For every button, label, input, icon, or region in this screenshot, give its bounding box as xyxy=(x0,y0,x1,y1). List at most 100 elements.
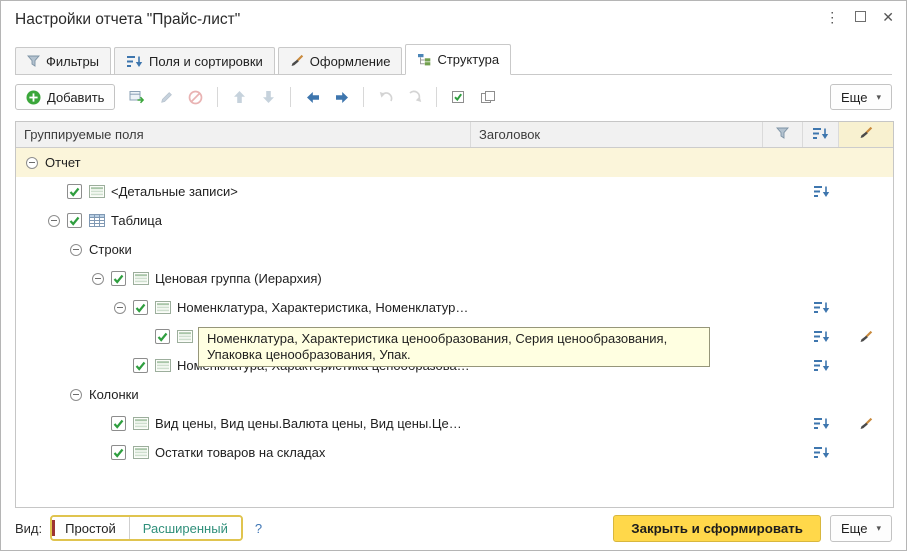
move-down-button[interactable] xyxy=(255,85,282,110)
row-checkbox[interactable] xyxy=(67,213,82,228)
row-appearance-slot xyxy=(839,351,893,380)
uncheck-all-icon xyxy=(480,90,496,104)
row-sort-slot xyxy=(803,148,839,177)
tab-appearance[interactable]: Оформление xyxy=(277,47,403,75)
row-action-icons xyxy=(803,264,893,293)
field-icon xyxy=(133,446,149,459)
row-checkbox[interactable] xyxy=(111,445,126,460)
row-label: <Детальные записи> xyxy=(111,184,238,199)
expander-slot xyxy=(70,388,89,401)
column-header-sort[interactable] xyxy=(803,122,839,147)
row-sort-settings-icon[interactable] xyxy=(803,177,839,206)
check-all-button[interactable] xyxy=(445,85,472,110)
arrow-down-icon xyxy=(262,90,275,104)
row-sort-settings-icon[interactable] xyxy=(803,438,839,467)
row-appearance-icon[interactable] xyxy=(839,409,893,438)
check-all-icon xyxy=(451,90,467,104)
curved-arrow-up-icon xyxy=(378,90,394,104)
window-controls: ⋮ ✕ xyxy=(825,9,894,25)
row-sort-slot xyxy=(803,380,839,409)
row-label: Отчет xyxy=(45,155,81,170)
move-right-button[interactable] xyxy=(328,85,355,110)
title-bar: Настройки отчета "Прайс-лист" ⋮ ✕ xyxy=(1,1,906,41)
move-left-button[interactable] xyxy=(299,85,326,110)
cell-tooltip: Номенклатура, Характеристика ценообразов… xyxy=(198,327,710,367)
view-mode-simple-button[interactable]: Простой xyxy=(52,517,130,539)
row-appearance-icon[interactable] xyxy=(839,322,893,351)
tree-row[interactable]: Номенклатура, Характеристика, Номенклату… xyxy=(16,293,893,322)
row-sort-settings-icon[interactable] xyxy=(803,351,839,380)
appearance-brush-icon xyxy=(290,54,304,68)
row-checkbox[interactable] xyxy=(133,358,148,373)
collapse-expander-icon[interactable] xyxy=(70,243,82,256)
tab-structure[interactable]: Структура xyxy=(405,44,512,75)
tree-row[interactable]: Колонки xyxy=(16,380,893,409)
arrow-left-icon xyxy=(306,91,320,104)
window-close-icon[interactable]: ✕ xyxy=(882,9,894,25)
window-menu-icon[interactable]: ⋮ xyxy=(825,9,839,25)
field-icon xyxy=(133,272,149,285)
row-action-icons xyxy=(803,351,893,380)
row-sort-settings-icon[interactable] xyxy=(803,293,839,322)
view-mode-extended-button[interactable]: Расширенный xyxy=(129,517,241,539)
tab-fields-sorting[interactable]: Поля и сортировки xyxy=(114,47,275,75)
row-checkbox[interactable] xyxy=(111,271,126,286)
move-up-button[interactable] xyxy=(226,85,253,110)
column-header-appearance[interactable] xyxy=(839,122,893,147)
row-checkbox[interactable] xyxy=(155,329,170,344)
tree-row[interactable]: Вид цены, Вид цены.Валюта цены, Вид цены… xyxy=(16,409,893,438)
column-header-filter[interactable] xyxy=(763,122,803,147)
collapse-expander-icon[interactable] xyxy=(114,301,126,314)
help-link[interactable]: ? xyxy=(255,521,262,536)
tree-row[interactable]: Отчет xyxy=(16,148,893,177)
footer-more-label: Еще xyxy=(841,520,868,536)
row-sort-settings-icon[interactable] xyxy=(803,409,839,438)
toolbar-separator xyxy=(363,87,365,107)
row-appearance-slot xyxy=(839,293,893,322)
window-maximize-icon[interactable] xyxy=(855,9,867,25)
row-action-icons xyxy=(803,438,893,467)
expander-slot xyxy=(92,272,111,285)
move-level-up-button[interactable] xyxy=(372,85,399,110)
collapse-expander-icon[interactable] xyxy=(48,214,60,227)
tree-row[interactable]: Строки xyxy=(16,235,893,264)
column-header-title[interactable]: Заголовок xyxy=(471,122,763,147)
tab-filters[interactable]: Фильтры xyxy=(15,47,112,75)
dropdown-caret-icon: ▾ xyxy=(876,91,881,102)
toolbar-more-button[interactable]: Еще ▾ xyxy=(830,84,892,110)
collapse-expander-icon[interactable] xyxy=(92,272,104,285)
tree-row[interactable]: Ценовая группа (Иерархия) xyxy=(16,264,893,293)
funnel-icon xyxy=(776,127,789,142)
uncheck-all-button[interactable] xyxy=(474,85,501,110)
tree-row[interactable]: Остатки товаров на складах xyxy=(16,438,893,467)
group-button[interactable] xyxy=(124,85,151,110)
curved-arrow-down-icon xyxy=(407,90,423,104)
field-icon xyxy=(133,417,149,430)
field-icon xyxy=(177,330,193,343)
row-sort-settings-icon[interactable] xyxy=(803,322,839,351)
add-button[interactable]: Добавить xyxy=(15,84,116,110)
row-checkbox[interactable] xyxy=(111,416,126,431)
toolbar-separator xyxy=(436,87,438,107)
collapse-expander-icon[interactable] xyxy=(26,156,38,169)
collapse-expander-icon[interactable] xyxy=(70,388,82,401)
fields-sort-icon xyxy=(812,127,829,143)
expander-slot xyxy=(48,214,67,227)
move-level-down-button[interactable] xyxy=(401,85,428,110)
delete-button[interactable] xyxy=(182,85,209,110)
row-label: Строки xyxy=(89,242,132,257)
close-and-generate-button[interactable]: Закрыть и сформировать xyxy=(613,514,822,542)
footer-more-button[interactable]: Еще ▾ xyxy=(830,514,892,542)
toolbar-more-label: Еще xyxy=(841,89,868,105)
column-header-grouping-fields[interactable]: Группируемые поля xyxy=(16,122,471,147)
tree-row[interactable]: Таблица xyxy=(16,206,893,235)
row-appearance-slot xyxy=(839,148,893,177)
maximize-box-icon xyxy=(855,11,867,22)
row-appearance-slot xyxy=(839,438,893,467)
row-checkbox[interactable] xyxy=(133,300,148,315)
edit-button[interactable] xyxy=(153,85,180,110)
row-checkbox[interactable] xyxy=(67,184,82,199)
pencil-icon xyxy=(159,90,174,105)
toolbar-icon-buttons xyxy=(123,85,502,110)
tree-row[interactable]: <Детальные записи> xyxy=(16,177,893,206)
